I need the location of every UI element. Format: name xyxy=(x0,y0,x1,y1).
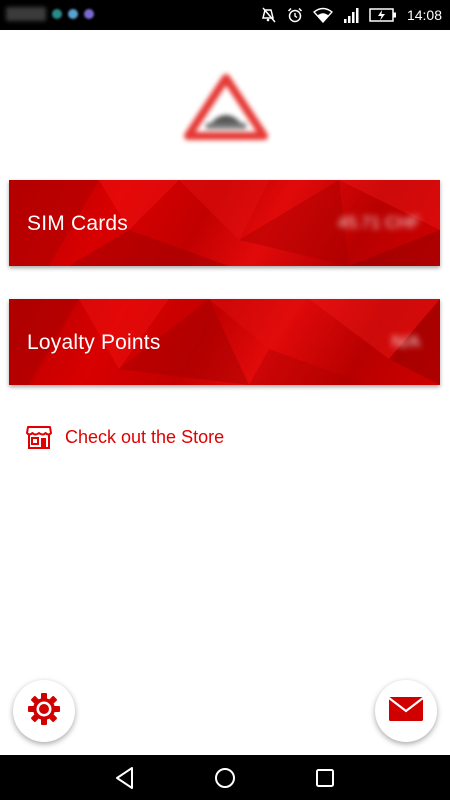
battery-charging-icon xyxy=(369,7,397,23)
gear-icon xyxy=(27,692,61,731)
mail-icon xyxy=(388,696,424,727)
back-icon[interactable] xyxy=(112,765,138,791)
store-link-label: Check out the Store xyxy=(65,426,225,447)
notification-icon xyxy=(68,9,78,19)
system-nav-bar xyxy=(0,755,450,800)
alarm-icon xyxy=(287,7,303,23)
card-value: 45.71 CHF xyxy=(337,213,420,232)
store-icon xyxy=(26,424,52,450)
app-logo xyxy=(184,74,268,140)
notification-icon xyxy=(6,7,46,21)
notification-icon xyxy=(52,9,62,19)
recents-icon[interactable] xyxy=(312,765,338,791)
loyalty-points-card[interactable]: Loyalty Points N/A xyxy=(9,299,440,385)
mute-icon xyxy=(261,7,277,23)
home-icon[interactable] xyxy=(212,765,238,791)
card-label: SIM Cards xyxy=(27,212,128,235)
status-bar: 14:08 xyxy=(0,0,450,30)
notification-area xyxy=(6,7,94,21)
clock: 14:08 xyxy=(406,7,442,23)
store-link[interactable]: Check out the Store xyxy=(26,422,224,452)
card-value: N/A xyxy=(391,332,420,351)
signal-icon xyxy=(343,6,359,24)
sim-cards-card[interactable]: SIM Cards 45.71 CHF xyxy=(9,180,440,266)
notification-icon xyxy=(84,9,94,19)
messages-button[interactable] xyxy=(375,680,437,742)
wifi-icon xyxy=(312,7,333,23)
card-label: Loyalty Points xyxy=(27,331,161,354)
settings-button[interactable] xyxy=(13,680,75,742)
